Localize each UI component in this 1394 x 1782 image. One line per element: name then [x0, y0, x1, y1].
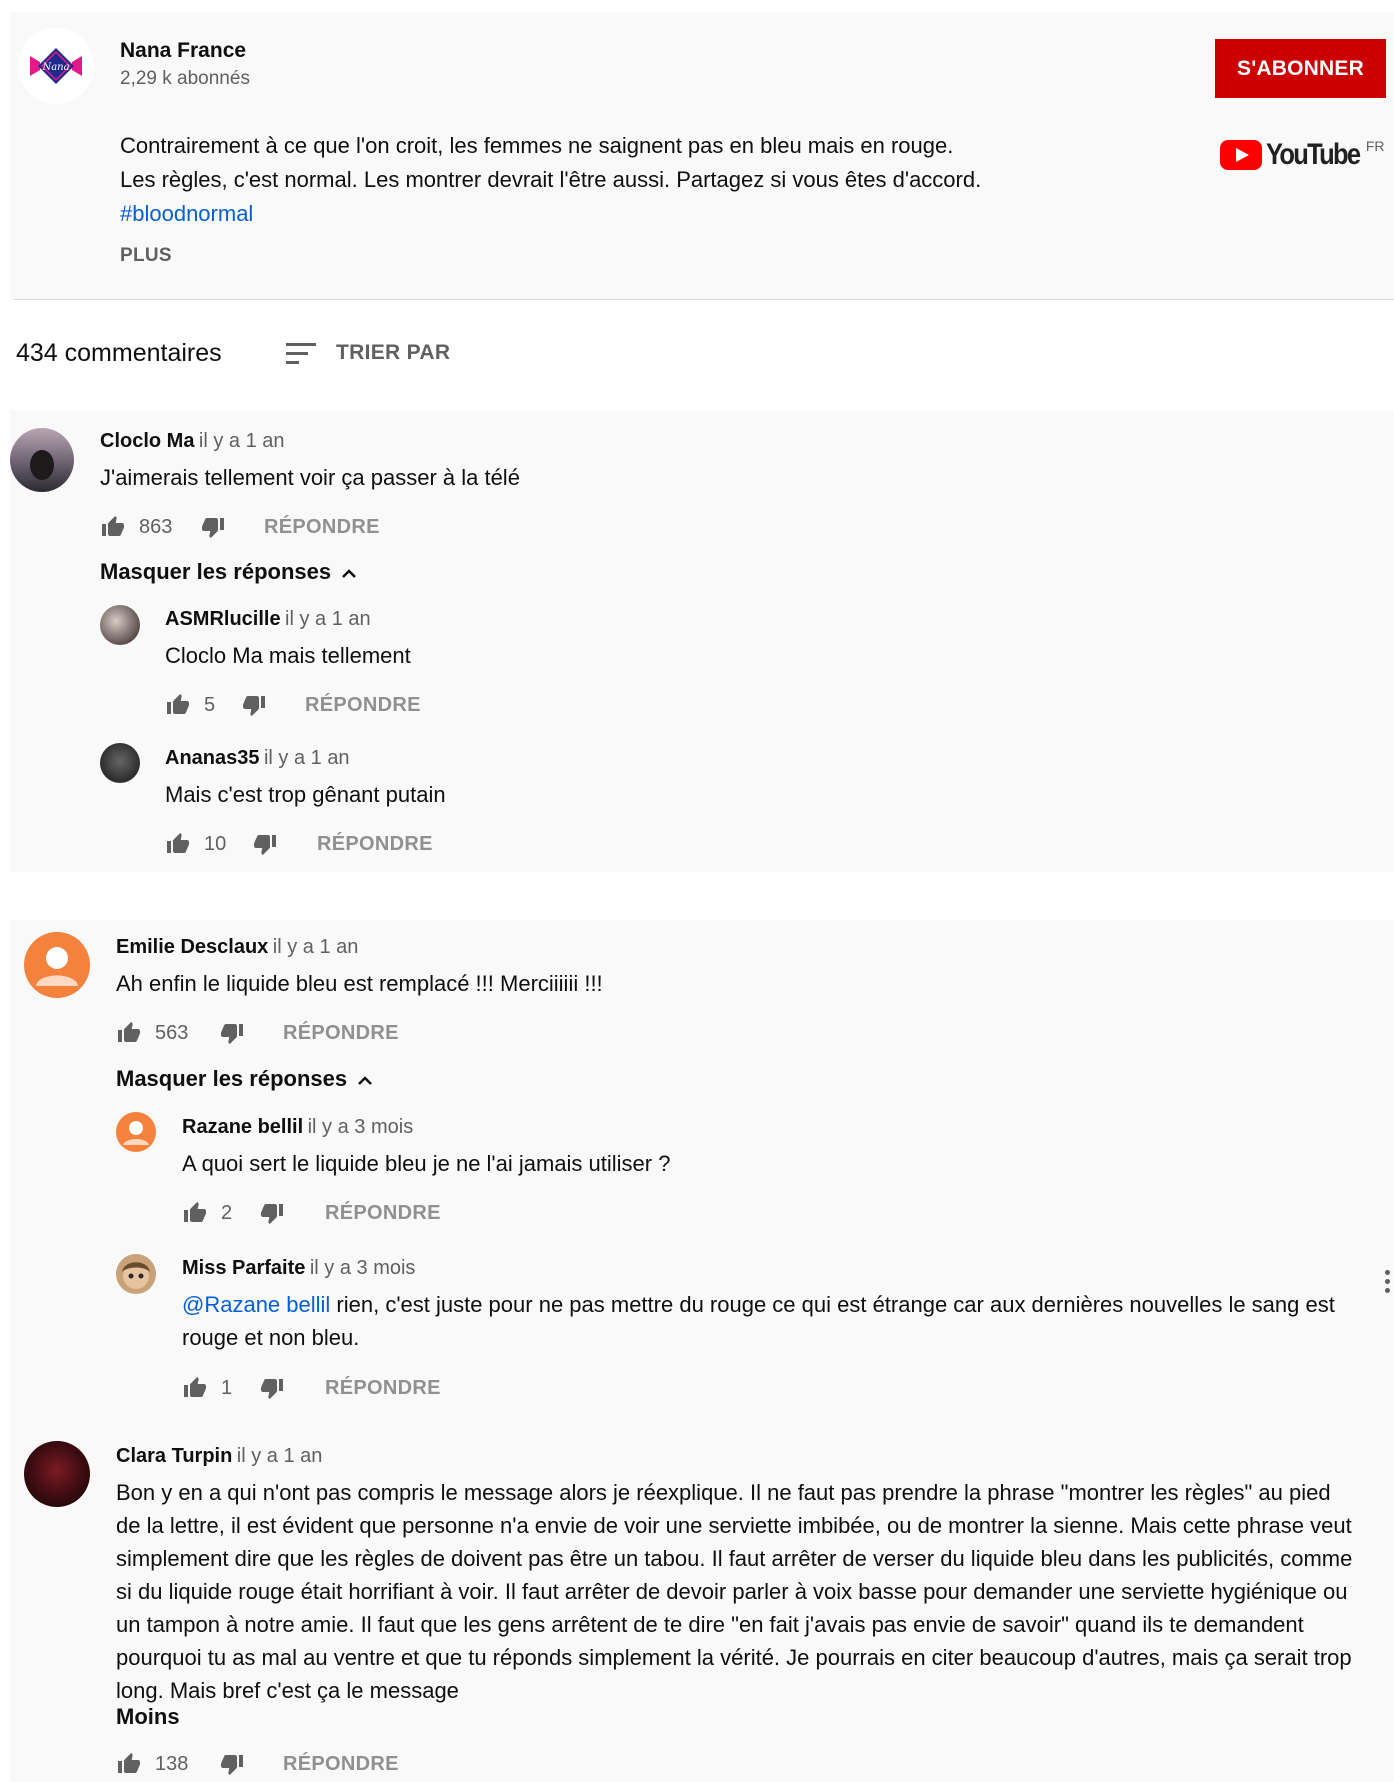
like-count: 863	[139, 516, 173, 538]
avatar[interactable]	[10, 428, 74, 492]
comment-header: Emilie Desclaux il y a 1 an	[116, 936, 358, 959]
reply-author[interactable]: Ananas35	[165, 747, 260, 769]
youtube-region: FR	[1365, 138, 1385, 154]
avatar[interactable]	[116, 1254, 156, 1294]
avatar[interactable]	[100, 605, 140, 645]
reply-text: A quoi sert le liquide bleu je ne l'ai j…	[182, 1151, 671, 1176]
comment-author[interactable]: Emilie Desclaux	[116, 936, 268, 958]
avatar[interactable]	[24, 1441, 90, 1507]
hide-replies-toggle[interactable]: Masquer les réponses	[116, 1066, 373, 1092]
show-less-button[interactable]: Moins	[116, 1704, 180, 1730]
sort-icon[interactable]	[286, 343, 316, 367]
avatar[interactable]	[100, 743, 140, 783]
thumbs-up-icon[interactable]	[182, 1376, 208, 1400]
doll-avatar-icon	[122, 1262, 150, 1289]
thumbs-down-icon[interactable]	[200, 515, 226, 539]
thumbs-down-icon[interactable]	[219, 1021, 245, 1045]
divider	[14, 299, 1394, 300]
default-user-icon	[36, 947, 78, 986]
thumbs-down-icon[interactable]	[252, 832, 278, 856]
reply-button[interactable]: RÉPONDRE	[317, 833, 433, 856]
reply-button[interactable]: RÉPONDRE	[283, 1022, 399, 1045]
thumbs-up-icon[interactable]	[100, 515, 126, 539]
reply-time[interactable]: il y a 3 mois	[310, 1257, 416, 1279]
chevron-up-icon	[358, 1076, 373, 1086]
reply-text: @Razane bellil rien, c'est juste pour ne…	[182, 1288, 1342, 1354]
svg-text:Nana: Nana	[41, 62, 69, 73]
nana-logo-icon: Nana	[30, 48, 82, 84]
reply-text-body: rien, c'est juste pour ne pas mettre du …	[182, 1292, 1335, 1350]
comment-author[interactable]: Clara Turpin	[116, 1445, 232, 1467]
hide-replies-label: Masquer les réponses	[116, 1066, 348, 1091]
thumbs-up-icon[interactable]	[116, 1752, 142, 1776]
comment-author[interactable]: Cloclo Ma	[100, 430, 194, 452]
chevron-up-icon	[342, 569, 357, 579]
like-count: 10	[204, 833, 227, 855]
comment-time[interactable]: il y a 1 an	[237, 1445, 323, 1467]
reply-text: Mais c'est trop gênant putain	[165, 782, 446, 807]
reply-header: Ananas35 il y a 1 an	[165, 747, 350, 770]
youtube-logo[interactable]: YouTube FR	[1220, 138, 1385, 172]
reply-text: Cloclo Ma mais tellement	[165, 643, 411, 668]
hashtag-link[interactable]: #bloodnormal	[120, 197, 253, 231]
subscribe-button[interactable]: S'ABONNER	[1215, 39, 1386, 98]
like-count: 1	[221, 1377, 233, 1399]
like-count: 5	[204, 694, 216, 716]
subscriber-count: 2,29 k abonnés	[120, 68, 250, 89]
reply-button[interactable]: RÉPONDRE	[283, 1753, 399, 1776]
thumbs-down-icon[interactable]	[259, 1376, 285, 1400]
mention-link[interactable]: @Razane bellil	[182, 1292, 330, 1317]
comment-count: 434 commentaires	[16, 339, 222, 367]
thumbs-up-icon[interactable]	[116, 1021, 142, 1045]
reply-time[interactable]: il y a 1 an	[264, 747, 350, 769]
reply-button[interactable]: RÉPONDRE	[325, 1202, 441, 1225]
sort-button[interactable]: TRIER PAR	[336, 341, 450, 365]
reply-author[interactable]: ASMRlucille	[165, 608, 281, 630]
thumbs-down-icon[interactable]	[241, 693, 267, 717]
more-actions-icon[interactable]	[1385, 1270, 1391, 1297]
hide-replies-label: Masquer les réponses	[100, 559, 332, 584]
reply-button[interactable]: RÉPONDRE	[264, 516, 380, 539]
like-count: 2	[221, 1202, 233, 1224]
youtube-wordmark: YouTube	[1266, 138, 1361, 171]
description-line-2: Les règles, c'est normal. Les montrer de…	[120, 167, 982, 192]
youtube-play-icon	[1220, 140, 1262, 170]
comment-text: Bon y en a qui n'ont pas compris le mess…	[116, 1480, 1353, 1703]
thumbs-down-icon[interactable]	[259, 1201, 285, 1225]
like-count: 563	[155, 1022, 189, 1044]
like-count: 138	[155, 1753, 189, 1775]
reply-time[interactable]: il y a 3 mois	[308, 1116, 414, 1138]
comment-time[interactable]: il y a 1 an	[199, 430, 285, 452]
reply-button[interactable]: RÉPONDRE	[325, 1377, 441, 1400]
thumbs-up-icon[interactable]	[182, 1201, 208, 1225]
channel-avatar[interactable]: Nana	[18, 28, 94, 104]
hide-replies-toggle[interactable]: Masquer les réponses	[100, 559, 357, 585]
comment-header: Clara Turpin il y a 1 an	[116, 1445, 322, 1468]
reply-button[interactable]: RÉPONDRE	[305, 694, 421, 717]
reply-header: Miss Parfaite il y a 3 mois	[182, 1257, 415, 1280]
channel-name[interactable]: Nana France	[120, 39, 246, 63]
reply-header: ASMRlucille il y a 1 an	[165, 608, 371, 631]
comment-time[interactable]: il y a 1 an	[273, 936, 359, 958]
default-user-icon	[123, 1121, 149, 1145]
thumbs-down-icon[interactable]	[219, 1752, 245, 1776]
reply-author[interactable]: Razane bellil	[182, 1116, 303, 1138]
description-line-1: Contrairement à ce que l'on croit, les f…	[120, 133, 954, 158]
reply-time[interactable]: il y a 1 an	[285, 608, 371, 630]
avatar[interactable]	[24, 932, 90, 998]
comment-text: J'aimerais tellement voir ça passer à la…	[100, 465, 520, 490]
comment-header: Cloclo Ma il y a 1 an	[100, 430, 285, 453]
comment-text: Ah enfin le liquide bleu est remplacé !!…	[116, 971, 603, 996]
avatar[interactable]	[116, 1112, 156, 1152]
thumbs-up-icon[interactable]	[165, 693, 191, 717]
thumbs-up-icon[interactable]	[165, 832, 191, 856]
reply-author[interactable]: Miss Parfaite	[182, 1257, 305, 1279]
reply-header: Razane bellil il y a 3 mois	[182, 1116, 413, 1139]
show-more-button[interactable]: PLUS	[120, 245, 172, 267]
